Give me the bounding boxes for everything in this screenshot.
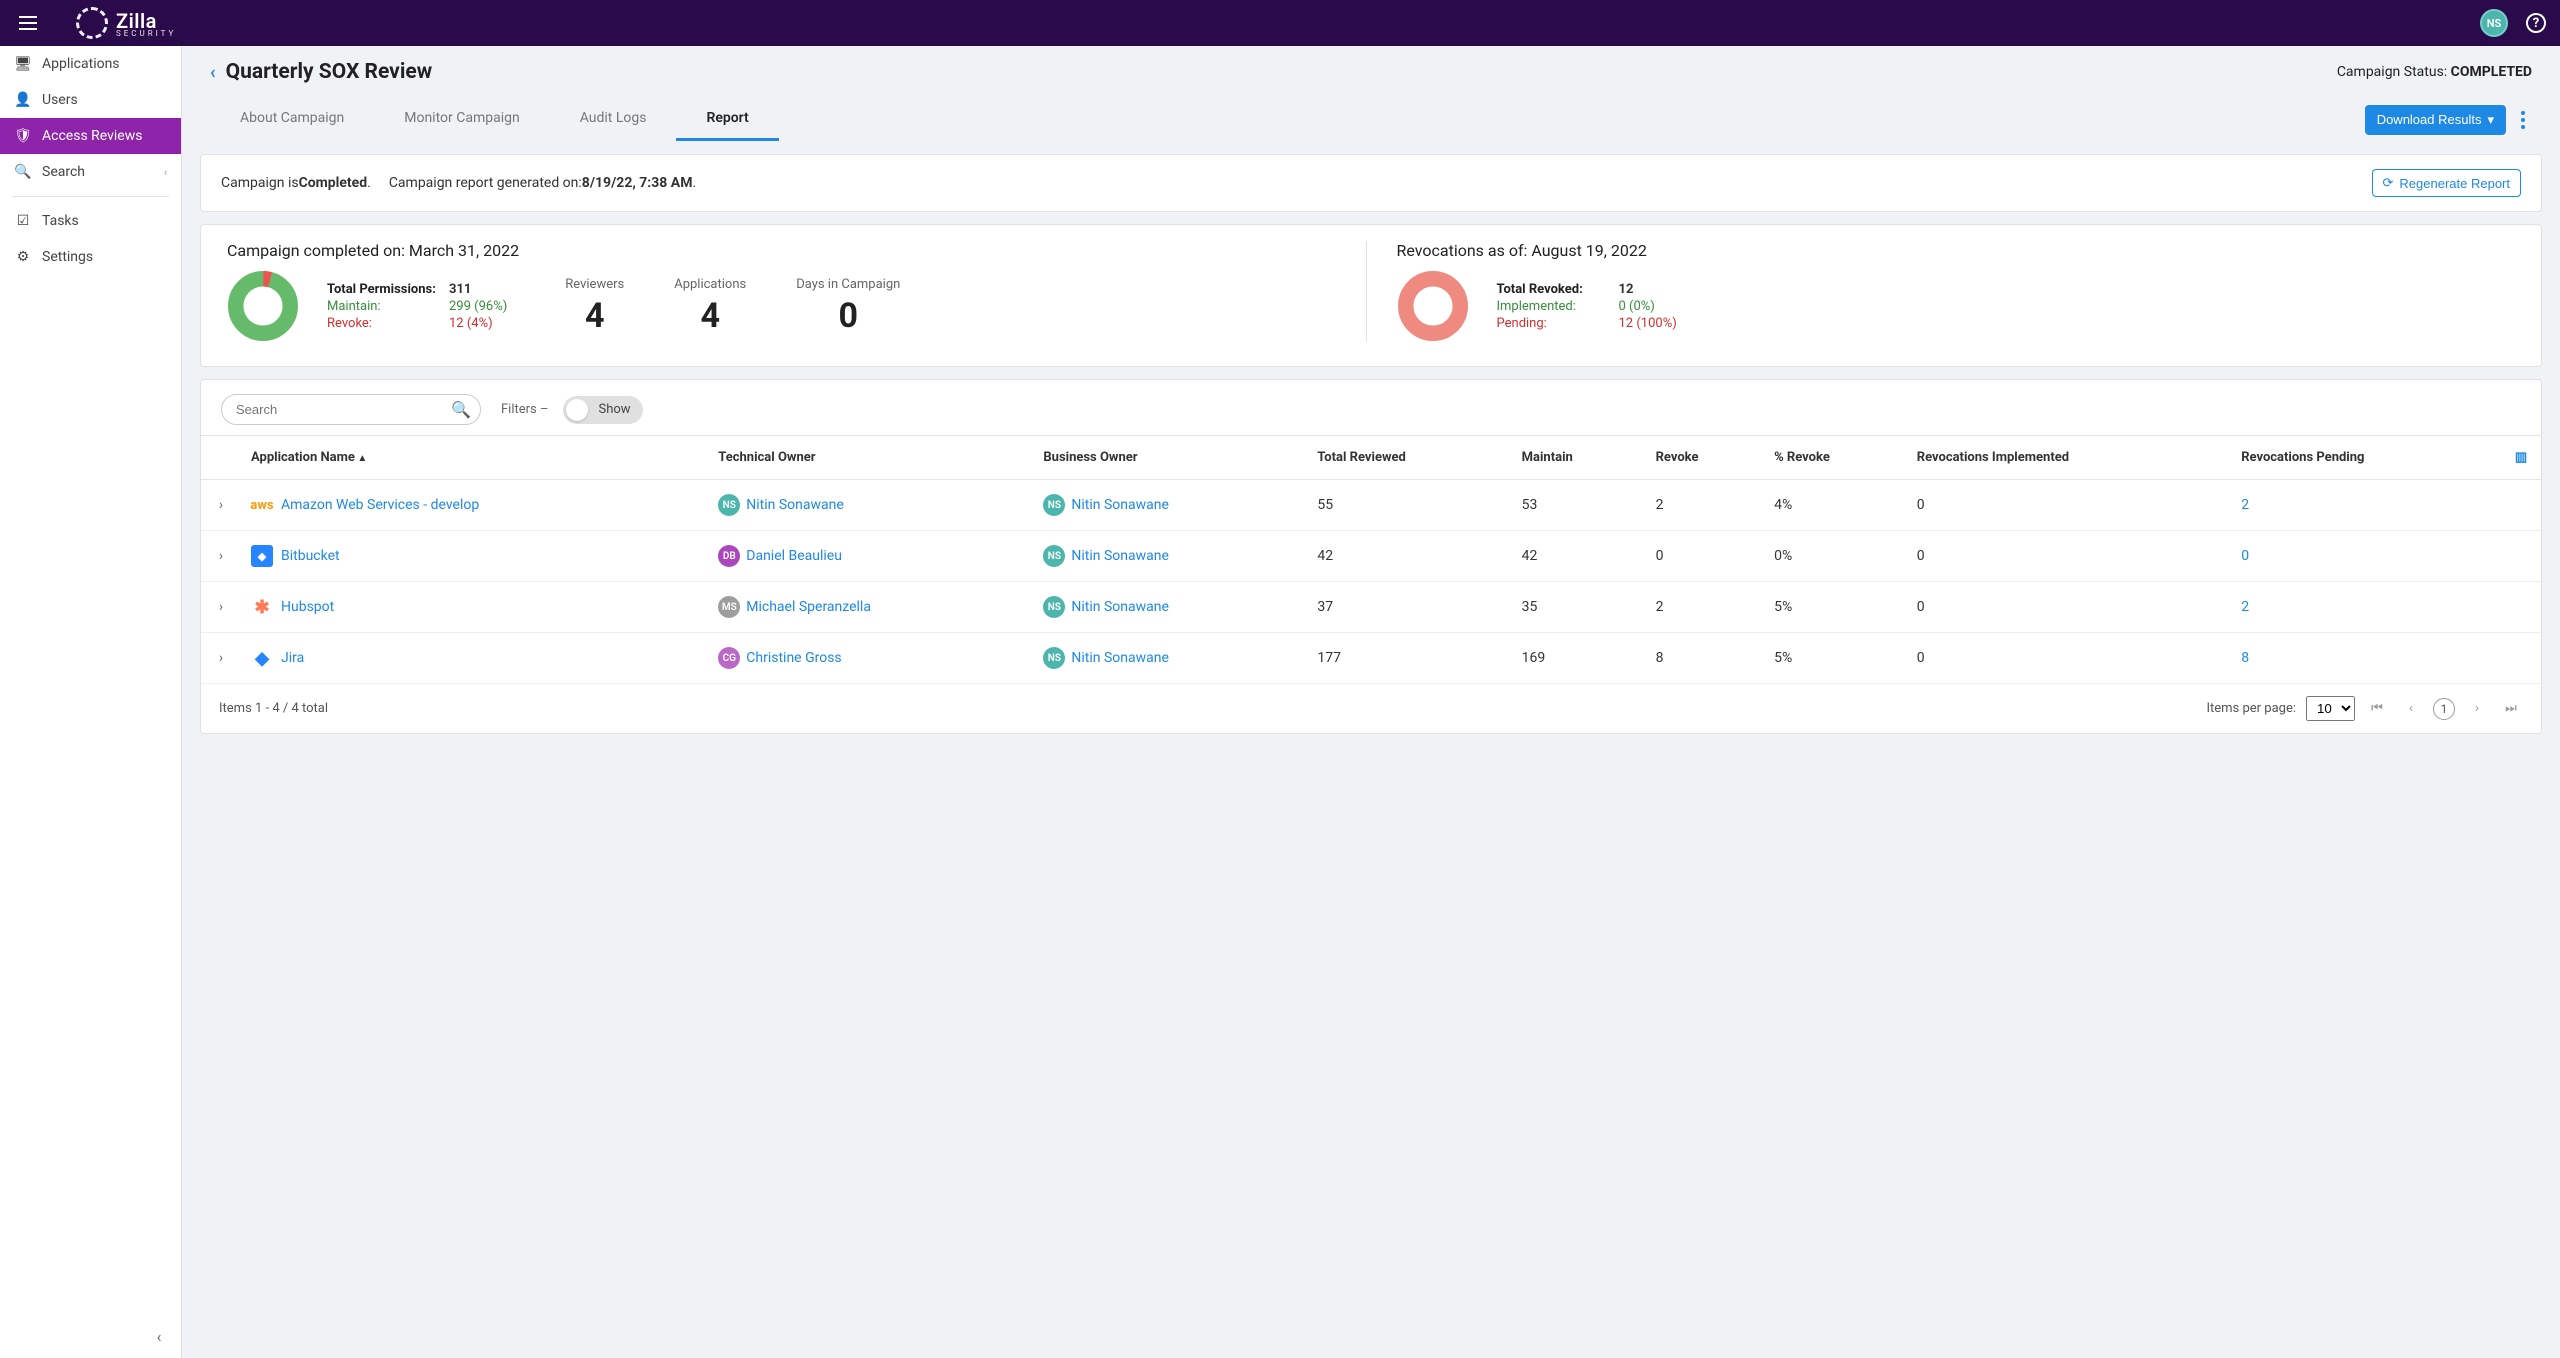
col-revocations-pending[interactable]: Revocations Pending xyxy=(2231,436,2501,480)
first-page-button[interactable]: ⏮ xyxy=(2365,697,2389,721)
regenerate-report-button[interactable]: ⟳ Regenerate Report xyxy=(2372,169,2521,197)
sidebar-item-users[interactable]: 👤Users xyxy=(0,82,181,118)
app-link[interactable]: ◆Bitbucket xyxy=(251,545,698,567)
items-count: Items 1 - 4 / 4 total xyxy=(219,701,328,716)
revocations-breakdown: Total Revoked:12 Implemented:0 (0%) Pend… xyxy=(1497,280,1677,333)
permissions-breakdown: Total Permissions:311 Maintain:299 (96%)… xyxy=(327,280,507,333)
tab-monitor-campaign[interactable]: Monitor Campaign xyxy=(374,98,549,141)
tech-owner-link[interactable]: DBDaniel Beaulieu xyxy=(718,545,1023,567)
logo: Zilla SECURITY xyxy=(76,7,176,39)
sidebar-item-access-reviews[interactable]: 🛡Access Reviews xyxy=(0,118,181,154)
results-table-card: 🔍 Filters – Show Application NameTechnic… xyxy=(200,379,2542,734)
col-revoke[interactable]: Revoke xyxy=(1646,436,1764,480)
gear-icon: ⚙ xyxy=(14,248,32,266)
sidebar-item-settings[interactable]: ⚙Settings xyxy=(0,239,181,275)
tab-audit-logs[interactable]: Audit Logs xyxy=(550,98,677,141)
col-maintain[interactable]: Maintain xyxy=(1512,436,1646,480)
tab-about-campaign[interactable]: About Campaign xyxy=(210,98,374,141)
search-input[interactable] xyxy=(221,394,481,425)
metric-applications: Applications4 xyxy=(674,277,746,336)
download-results-button[interactable]: Download Results▾ xyxy=(2365,105,2506,135)
help-icon[interactable]: ? xyxy=(2526,13,2546,33)
chevron-left-icon: ‹ xyxy=(164,166,167,179)
next-page-button[interactable]: › xyxy=(2465,697,2489,721)
col-total-reviewed[interactable]: Total Reviewed xyxy=(1307,436,1511,480)
main-content: ‹ Quarterly SOX Review Campaign Status: … xyxy=(182,46,2560,1358)
pending-link[interactable]: 2 xyxy=(2241,497,2249,513)
filters-toggle[interactable]: Show xyxy=(563,396,643,424)
col-revocations-implemented[interactable]: Revocations Implemented xyxy=(1907,436,2231,480)
permissions-donut xyxy=(227,270,299,342)
expand-row-button[interactable]: › xyxy=(201,633,241,684)
search-icon: 🔍 xyxy=(14,163,32,181)
current-page: 1 xyxy=(2433,698,2455,720)
chevron-down-icon: ▾ xyxy=(2487,112,2494,128)
shield-icon: 🛡 xyxy=(14,127,32,145)
expand-row-button[interactable]: › xyxy=(201,531,241,582)
tab-report[interactable]: Report xyxy=(676,98,778,141)
menu-toggle-button[interactable] xyxy=(14,9,42,37)
tech-owner-link[interactable]: NSNitin Sonawane xyxy=(718,494,1023,516)
sidebar-item-tasks[interactable]: ☑Tasks xyxy=(0,203,181,239)
table-row: ›◆JiraCGChristine GrossNSNitin Sonawane1… xyxy=(201,633,2541,684)
revocations-donut xyxy=(1397,270,1469,342)
items-per-page-select[interactable]: 10 xyxy=(2306,696,2355,721)
metric-reviewers: Reviewers4 xyxy=(565,277,624,336)
pending-link[interactable]: 8 xyxy=(2241,650,2249,666)
completed-on-title: Campaign completed on: March 31, 2022 xyxy=(227,241,1346,260)
sidebar-collapse-button[interactable]: ‹ xyxy=(147,1324,171,1348)
tech-owner-link[interactable]: CGChristine Gross xyxy=(718,647,1023,669)
biz-owner-link[interactable]: NSNitin Sonawane xyxy=(1043,545,1297,567)
back-button[interactable]: ‹ xyxy=(210,62,216,83)
col--revoke[interactable]: % Revoke xyxy=(1764,436,1907,480)
table-row: › awsAmazon Web Services - develop NSNitin… xyxy=(201,480,2541,531)
expand-row-button[interactable]: › xyxy=(201,480,241,531)
column-settings-button[interactable]: ▥ xyxy=(2501,436,2541,480)
app-link[interactable]: ◆Jira xyxy=(251,647,698,669)
biz-owner-link[interactable]: NSNitin Sonawane xyxy=(1043,494,1297,516)
table-row: › ◆Bitbucket DBDaniel Beaulieu NSNitin Sona… xyxy=(201,531,2541,582)
metric-days-in-campaign: Days in Campaign0 xyxy=(796,277,900,336)
logo-icon xyxy=(76,7,108,39)
pending-link[interactable]: 0 xyxy=(2241,548,2249,564)
tech-owner-link[interactable]: MSMichael Speranzella xyxy=(718,596,1023,618)
user-icon: 👤 xyxy=(14,91,32,109)
prev-page-button[interactable]: ‹ xyxy=(2399,697,2423,721)
filters-label: Filters – xyxy=(501,402,549,417)
monitor-icon: 🖥 xyxy=(14,55,32,73)
table-row: › ✱Hubspot MSMichael Speranzella NSNitin So… xyxy=(201,582,2541,633)
biz-owner-link[interactable]: NSNitin Sonawane xyxy=(1043,647,1297,669)
report-status-bar: Campaign is Completed . Campaign report … xyxy=(200,154,2542,212)
revocations-title: Revocations as of: August 19, 2022 xyxy=(1397,241,2516,260)
app-link[interactable]: awsAmazon Web Services - develop xyxy=(251,494,698,516)
user-avatar[interactable]: NS xyxy=(2480,9,2508,37)
biz-owner-link[interactable]: NSNitin Sonawane xyxy=(1043,596,1297,618)
summary-card: Campaign completed on: March 31, 2022 To… xyxy=(200,224,2542,367)
refresh-icon: ⟳ xyxy=(2383,175,2394,191)
search-icon: 🔍 xyxy=(451,400,471,419)
last-page-button[interactable]: ⏭ xyxy=(2499,697,2523,721)
check-icon: ☑ xyxy=(14,212,32,230)
page-title: Quarterly SOX Review xyxy=(226,60,433,84)
pending-link[interactable]: 2 xyxy=(2241,599,2249,615)
sidebar: 🖥Applications👤Users🛡Access Reviews🔍Searc… xyxy=(0,46,182,1358)
sidebar-item-search[interactable]: 🔍Search‹ xyxy=(0,154,181,190)
col-technical-owner[interactable]: Technical Owner xyxy=(708,436,1033,480)
more-actions-button[interactable] xyxy=(2514,111,2532,129)
col-application-name[interactable]: Application Name xyxy=(241,436,708,480)
expand-row-button[interactable]: › xyxy=(201,582,241,633)
brand-sub: SECURITY xyxy=(116,29,176,38)
col-business-owner[interactable]: Business Owner xyxy=(1033,436,1307,480)
campaign-status: Campaign Status: COMPLETED xyxy=(2337,64,2532,80)
sidebar-item-applications[interactable]: 🖥Applications xyxy=(0,46,181,82)
topbar: Zilla SECURITY NS ? xyxy=(0,0,2560,46)
app-link[interactable]: ✱Hubspot xyxy=(251,596,698,618)
